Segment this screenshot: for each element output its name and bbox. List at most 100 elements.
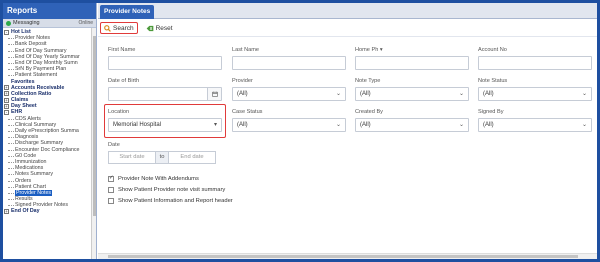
content-scroll-thumb[interactable] <box>108 255 578 258</box>
tree-item-label: Results <box>15 196 33 203</box>
account-no-input[interactable] <box>478 56 592 70</box>
checkbox-label: Provider Note With Addendums <box>118 176 199 182</box>
tree-item-label: Clinical Summary <box>15 121 57 128</box>
tree-item-label: Signed Provider Notes <box>15 202 68 209</box>
checkbox-label: Show Patient Provider note visit summary <box>118 187 226 193</box>
tree-item-label: Medications <box>15 165 44 172</box>
content-scrollbar[interactable] <box>98 253 597 259</box>
created-by-select[interactable]: (All) ⌄ <box>355 118 469 132</box>
messaging-status: Online <box>78 20 93 26</box>
chevron-down-icon: ⌄ <box>458 122 464 128</box>
checkbox[interactable] <box>108 175 114 182</box>
home-phone-label-text: Home Ph <box>355 47 379 53</box>
option-checkbox-row[interactable]: Show Patient Information and Report head… <box>108 198 233 204</box>
tree-item-label: End Of Day Monthly Sumn <box>15 59 78 66</box>
provider-select[interactable]: (All) ⌄ <box>232 87 346 101</box>
provider-notes-panel: Provider Notes Search Reset First Name L… <box>98 3 597 259</box>
tree-item-label: Bank Deposit <box>15 41 47 48</box>
search-icon <box>104 24 111 32</box>
messaging-bar[interactable]: Messaging Online <box>3 19 96 28</box>
tree-item[interactable]: Signed Provider Notes <box>3 202 96 208</box>
checkbox[interactable] <box>108 198 114 204</box>
note-type-select[interactable]: (All) ⌄ <box>355 87 469 101</box>
tree-item-label: Daily ePrescription Summa <box>15 128 79 134</box>
caret-down-icon: ▾ <box>379 47 383 53</box>
account-no-label: Account No <box>478 47 507 53</box>
checkbox-label: Show Patient Information and Report head… <box>118 198 233 204</box>
messaging-label: Messaging <box>13 20 40 26</box>
expand-icon[interactable]: + <box>4 85 9 91</box>
signed-by-label: Signed By <box>478 109 504 115</box>
tree-item-label: Orders <box>15 177 32 184</box>
sidebar-scroll-thumb[interactable] <box>93 36 96 216</box>
case-status-select[interactable]: (All) ⌄ <box>232 118 346 132</box>
tree-item-label: Discharge Summary <box>15 140 63 147</box>
dob-label: Date of Birth <box>108 78 140 84</box>
location-label: Location <box>108 109 130 115</box>
report-tree: - Hot List Provider Notes Bank Deposit End O… <box>3 28 96 259</box>
expand-icon[interactable]: + <box>4 97 9 103</box>
tree-item-label: End Of Day Summary <box>15 47 67 54</box>
end-date-input[interactable]: End date <box>168 151 216 164</box>
provider-value: (All) <box>237 91 248 97</box>
calendar-button[interactable] <box>207 88 221 100</box>
tree-item-label: Encounter Doc Compliance <box>15 146 80 153</box>
expand-icon[interactable]: + <box>4 209 9 215</box>
last-name-label: Last Name <box>232 47 260 53</box>
dob-input[interactable] <box>108 87 222 101</box>
reset-icon <box>146 25 153 31</box>
sidebar-scrollbar[interactable] <box>91 28 96 259</box>
expand-icon[interactable] <box>4 79 9 84</box>
provider-label: Provider <box>232 78 253 84</box>
last-name-input[interactable] <box>232 56 346 70</box>
chevron-down-icon: ⌄ <box>335 122 341 128</box>
created-by-label: Created By <box>355 109 383 115</box>
tree-item[interactable]: Patient Statement <box>3 72 96 78</box>
online-status-icon <box>6 20 11 26</box>
option-checkbox-row[interactable]: Show Patient Provider note visit summary <box>108 187 225 193</box>
toolbar: Search Reset <box>100 22 176 34</box>
created-by-value: (All) <box>360 122 371 128</box>
start-date-input[interactable]: Start date <box>108 151 156 164</box>
checkbox[interactable] <box>108 187 114 193</box>
calendar-icon <box>211 91 218 97</box>
date-label: Date <box>108 142 120 148</box>
tree-group[interactable]: + End Of Day <box>3 208 96 214</box>
date-to-label: to <box>156 151 168 164</box>
home-phone-input[interactable] <box>355 56 469 70</box>
home-phone-label[interactable]: Home Ph ▾ <box>355 47 383 53</box>
tree-item-label: Immunization <box>15 158 47 165</box>
case-status-value: (All) <box>237 122 248 128</box>
note-status-select[interactable]: (All) ⌄ <box>478 87 592 101</box>
note-type-value: (All) <box>360 91 371 97</box>
note-status-value: (All) <box>483 91 494 97</box>
chevron-down-icon: ⌄ <box>458 91 464 97</box>
collapse-icon[interactable]: - <box>4 110 9 116</box>
tree-item-label: CDS Alerts <box>15 115 41 122</box>
tab-bar: Provider Notes <box>98 3 597 19</box>
tree-item-label: Patient Chart <box>15 183 46 190</box>
expand-icon[interactable]: + <box>4 91 9 97</box>
chevron-down-icon: ⌄ <box>581 91 587 97</box>
tab-provider-notes[interactable]: Provider Notes <box>100 5 155 19</box>
reset-button-label: Reset <box>155 24 173 32</box>
collapse-icon[interactable]: - <box>4 29 9 35</box>
expand-icon[interactable]: + <box>4 103 9 109</box>
location-select[interactable]: Memorial Hospital ▾ <box>108 118 222 132</box>
option-checkbox-row[interactable]: Provider Note With Addendums <box>108 175 199 182</box>
toolbar-divider <box>98 36 597 37</box>
reset-button[interactable]: Reset <box>143 22 176 34</box>
note-type-label: Note Type <box>355 78 381 84</box>
tree-item-label: Notes Summary <box>15 171 53 178</box>
sidebar-title: Reports <box>3 3 96 19</box>
first-name-input[interactable] <box>108 56 222 70</box>
first-name-label: First Name <box>108 47 136 53</box>
reports-sidebar: Reports Messaging Online - Hot List Provid… <box>3 3 97 259</box>
search-button[interactable]: Search <box>100 22 138 34</box>
reports-window: Reports Messaging Online - Hot List Provid… <box>3 3 597 259</box>
chevron-down-icon: ⌄ <box>581 122 587 128</box>
signed-by-select[interactable]: (All) ⌄ <box>478 118 592 132</box>
tree-item-label: Provider Notes <box>15 189 53 196</box>
tree-item-label: End Of Day Yearly Summar <box>15 53 80 60</box>
case-status-label: Case Status <box>232 109 263 115</box>
